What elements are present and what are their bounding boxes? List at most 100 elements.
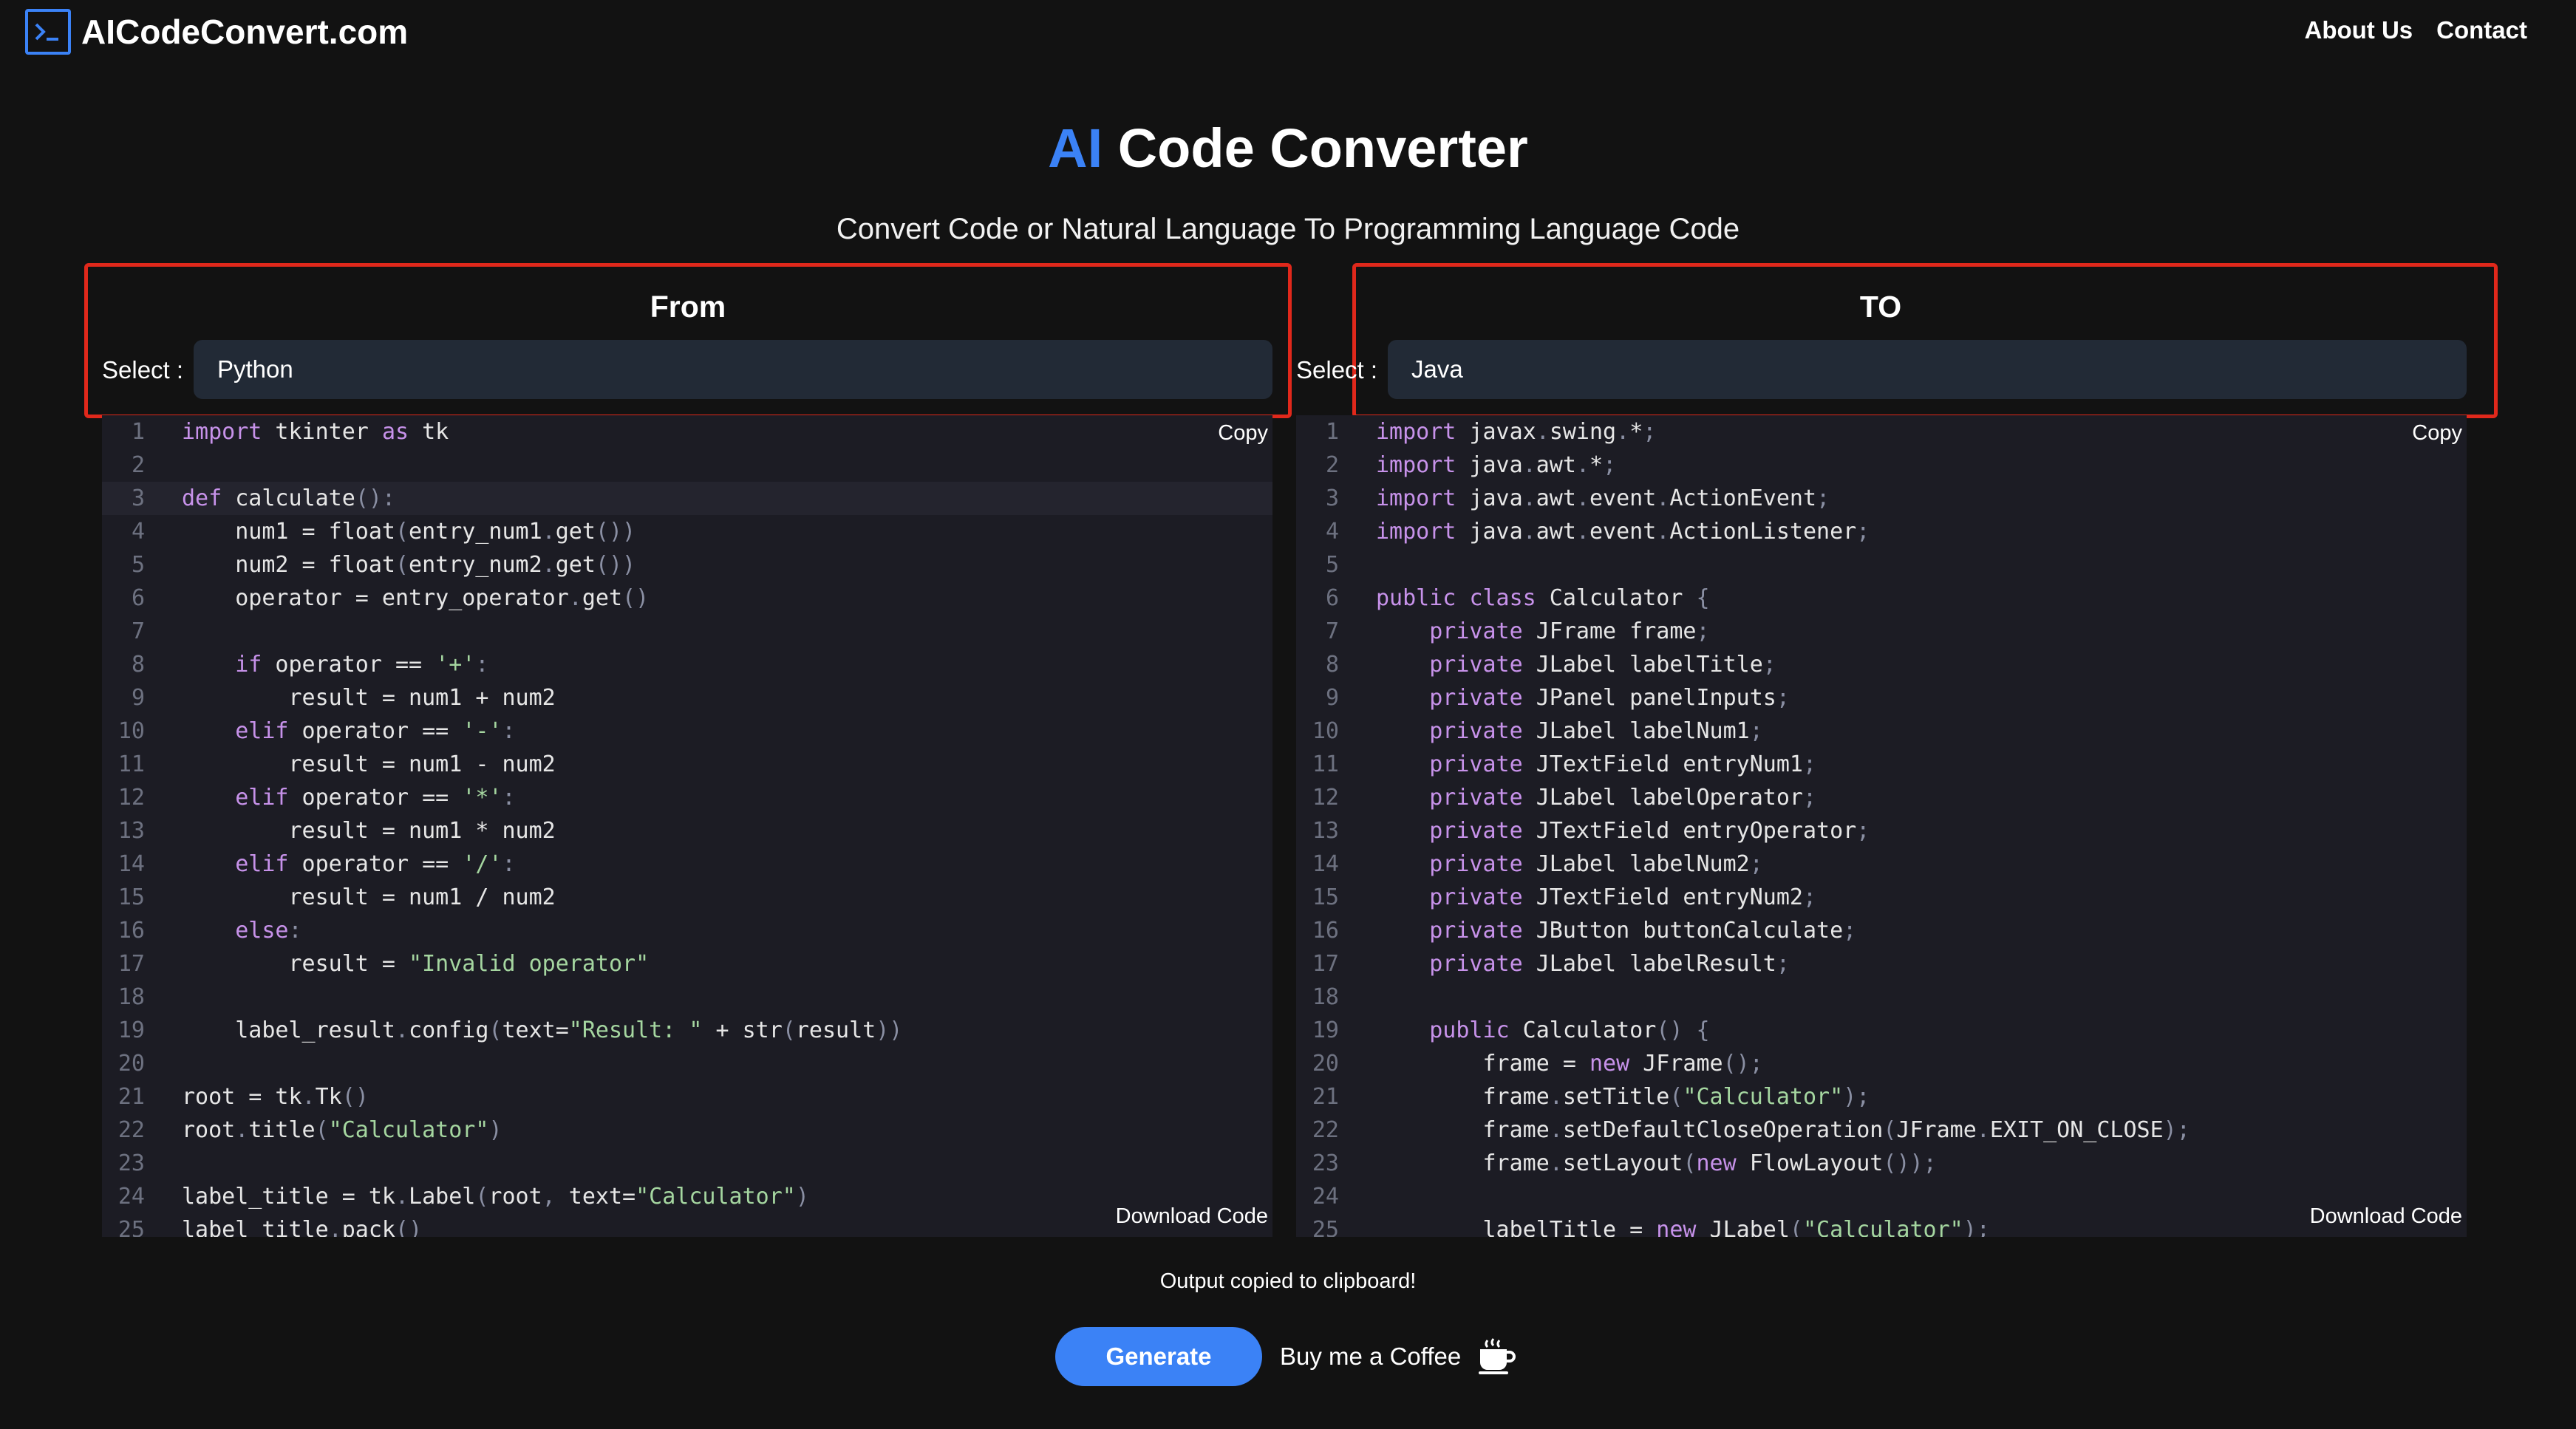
output-line-number: 22 bbox=[1312, 1117, 1339, 1143]
source-line-text: result = num1 * num2 bbox=[182, 818, 556, 844]
generate-button[interactable]: Generate bbox=[1055, 1327, 1262, 1386]
output-line-text: labelTitle = new JLabel("Calculator"); bbox=[1376, 1217, 1990, 1237]
page-title-accent: AI bbox=[1048, 117, 1103, 179]
output-code-line: 2 import java.awt.*; bbox=[1296, 449, 2467, 482]
output-code-line: 1 import javax.swing.*; bbox=[1296, 415, 2467, 449]
output-line-number: 25 bbox=[1312, 1217, 1339, 1237]
output-line-number: 14 bbox=[1312, 851, 1339, 877]
to-language-select[interactable]: Java bbox=[1388, 340, 2467, 399]
source-line-number: 18 bbox=[117, 984, 145, 1010]
output-code-line: 5 bbox=[1296, 548, 2467, 582]
output-line-number: 18 bbox=[1312, 984, 1339, 1010]
source-code-line: 1 import tkinter as tk bbox=[102, 415, 1272, 449]
source-line-number: 11 bbox=[117, 751, 145, 777]
source-line-number: 19 bbox=[117, 1017, 145, 1043]
source-code-line: 8 if operator == '+': bbox=[102, 648, 1272, 681]
source-line-text: num2 = float(entry_num2.get()) bbox=[182, 552, 636, 578]
source-line-number: 23 bbox=[117, 1150, 145, 1176]
source-line-number: 5 bbox=[131, 552, 145, 578]
output-line-text: private JFrame frame; bbox=[1429, 618, 1710, 644]
source-line-number: 20 bbox=[117, 1051, 145, 1077]
output-download-button[interactable]: Download Code bbox=[2310, 1204, 2462, 1229]
to-language-value: Java bbox=[1411, 355, 1463, 383]
source-line-number: 7 bbox=[131, 618, 145, 644]
output-code-line: 11 private JTextField entryNum1; bbox=[1296, 748, 2467, 781]
source-line-number: 8 bbox=[131, 652, 145, 678]
status-message: Output copied to clipboard! bbox=[1159, 1269, 1417, 1293]
source-line-text: result = num1 + num2 bbox=[182, 685, 556, 711]
source-line-text: else: bbox=[235, 918, 302, 944]
output-code-line: 12 private JLabel labelOperator; bbox=[1296, 781, 2467, 814]
source-line-number: 9 bbox=[131, 685, 145, 711]
source-code-line: 19 label_result.config(text="Result: " +… bbox=[102, 1014, 1272, 1047]
source-line-text: root = tk.Tk() bbox=[182, 1084, 369, 1110]
output-line-number: 20 bbox=[1312, 1051, 1339, 1077]
source-line-text: root.title("Calculator") bbox=[182, 1117, 502, 1143]
source-line-number: 24 bbox=[117, 1184, 145, 1210]
output-code-line: 8 private JLabel labelTitle; bbox=[1296, 648, 2467, 681]
output-line-number: 3 bbox=[1325, 485, 1339, 511]
source-code-editor[interactable]: Copy 1 import tkinter as tk 2 3 def calculat… bbox=[102, 415, 1272, 1237]
source-line-number: 10 bbox=[117, 718, 145, 744]
output-line-text: import java.awt.event.ActionEvent; bbox=[1376, 485, 1830, 511]
from-language-select[interactable]: Python bbox=[194, 340, 1272, 399]
buy-coffee-label[interactable]: Buy me a Coffee bbox=[1280, 1343, 1461, 1371]
source-code-line: 25 label title.pack() bbox=[102, 1213, 1272, 1237]
source-code-line: 12 elif operator == '*': bbox=[102, 781, 1272, 814]
source-code-line: 7 bbox=[102, 615, 1272, 648]
output-line-text: frame = new JFrame(); bbox=[1376, 1051, 1763, 1077]
output-code-editor[interactable]: Copy 1 import javax.swing.*; 2 import java.… bbox=[1296, 415, 2467, 1237]
source-line-number: 13 bbox=[117, 818, 145, 844]
output-line-text: private JTextField entryNum1; bbox=[1429, 751, 1817, 777]
output-line-text: private JLabel labelOperator; bbox=[1429, 785, 1817, 811]
to-select-label: Select : bbox=[1296, 356, 1378, 383]
source-download-button[interactable]: Download Code bbox=[1116, 1204, 1268, 1229]
source-line-text: label_result.config(text="Result: " + st… bbox=[182, 1017, 903, 1043]
nav-link-about[interactable]: About Us bbox=[2305, 16, 2413, 44]
source-code-line: 9 result = num1 + num2 bbox=[102, 681, 1272, 714]
from-panel-heading: From bbox=[650, 290, 726, 324]
source-code-line: 24 label_title = tk.Label(root, text="Cal… bbox=[102, 1180, 1272, 1213]
source-line-text: num1 = float(entry_num1.get()) bbox=[182, 519, 636, 545]
source-line-text: result = "Invalid operator" bbox=[182, 951, 650, 977]
source-code-line: 21 root = tk.Tk() bbox=[102, 1080, 1272, 1113]
source-line-number: 2 bbox=[131, 452, 145, 478]
output-code-line: 24 bbox=[1296, 1180, 2467, 1213]
source-line-text: result = num1 / num2 bbox=[182, 884, 556, 910]
output-line-number: 16 bbox=[1312, 918, 1339, 944]
output-line-number: 9 bbox=[1325, 685, 1339, 711]
brand-name[interactable]: AICodeConvert.com bbox=[81, 12, 408, 52]
page-title: AI Code Converter bbox=[0, 117, 2576, 180]
output-line-number: 8 bbox=[1325, 652, 1339, 678]
output-line-text: public Calculator() { bbox=[1429, 1017, 1710, 1043]
output-line-text: private JLabel labelNum2; bbox=[1429, 851, 1763, 877]
output-line-text: import javax.swing.*; bbox=[1376, 419, 1657, 445]
source-code-line: 16 else: bbox=[102, 914, 1272, 947]
output-line-text: import java.awt.event.ActionListener; bbox=[1376, 519, 1870, 545]
source-code-line: 20 bbox=[102, 1047, 1272, 1080]
source-code-line: 17 result = "Invalid operator" bbox=[102, 947, 1272, 980]
nav-link-contact[interactable]: Contact bbox=[2436, 16, 2527, 44]
coffee-cup-icon bbox=[1479, 1338, 1516, 1374]
output-code-line: 7 private JFrame frame; bbox=[1296, 615, 2467, 648]
output-code-line: 16 private JButton buttonCalculate; bbox=[1296, 914, 2467, 947]
output-line-number: 21 bbox=[1312, 1084, 1339, 1110]
output-code-line: 14 private JLabel labelNum2; bbox=[1296, 847, 2467, 881]
source-line-text: def calculate(): bbox=[182, 485, 395, 511]
source-line-number: 12 bbox=[117, 785, 145, 811]
source-code-line: 5 num2 = float(entry_num2.get()) bbox=[102, 548, 1272, 582]
output-line-number: 4 bbox=[1325, 519, 1339, 545]
buy-coffee-link[interactable]: Buy me a Coffee bbox=[1280, 1336, 1517, 1377]
output-code-line: 4 import java.awt.event.ActionListener; bbox=[1296, 515, 2467, 548]
source-code-line: 23 bbox=[102, 1147, 1272, 1180]
output-line-text: import java.awt.*; bbox=[1376, 452, 1617, 478]
output-line-number: 5 bbox=[1325, 552, 1339, 578]
source-line-number: 15 bbox=[117, 884, 145, 910]
page-title-rest: Code Converter bbox=[1117, 117, 1528, 179]
output-line-text: private JButton buttonCalculate; bbox=[1429, 918, 1857, 944]
source-line-number: 1 bbox=[131, 419, 145, 445]
source-line-number: 17 bbox=[117, 951, 145, 977]
output-code-line: 10 private JLabel labelNum1; bbox=[1296, 714, 2467, 748]
brand-logo[interactable]: AICodeConvert.com bbox=[25, 9, 408, 55]
output-code-line: 17 private JLabel labelResult; bbox=[1296, 947, 2467, 980]
